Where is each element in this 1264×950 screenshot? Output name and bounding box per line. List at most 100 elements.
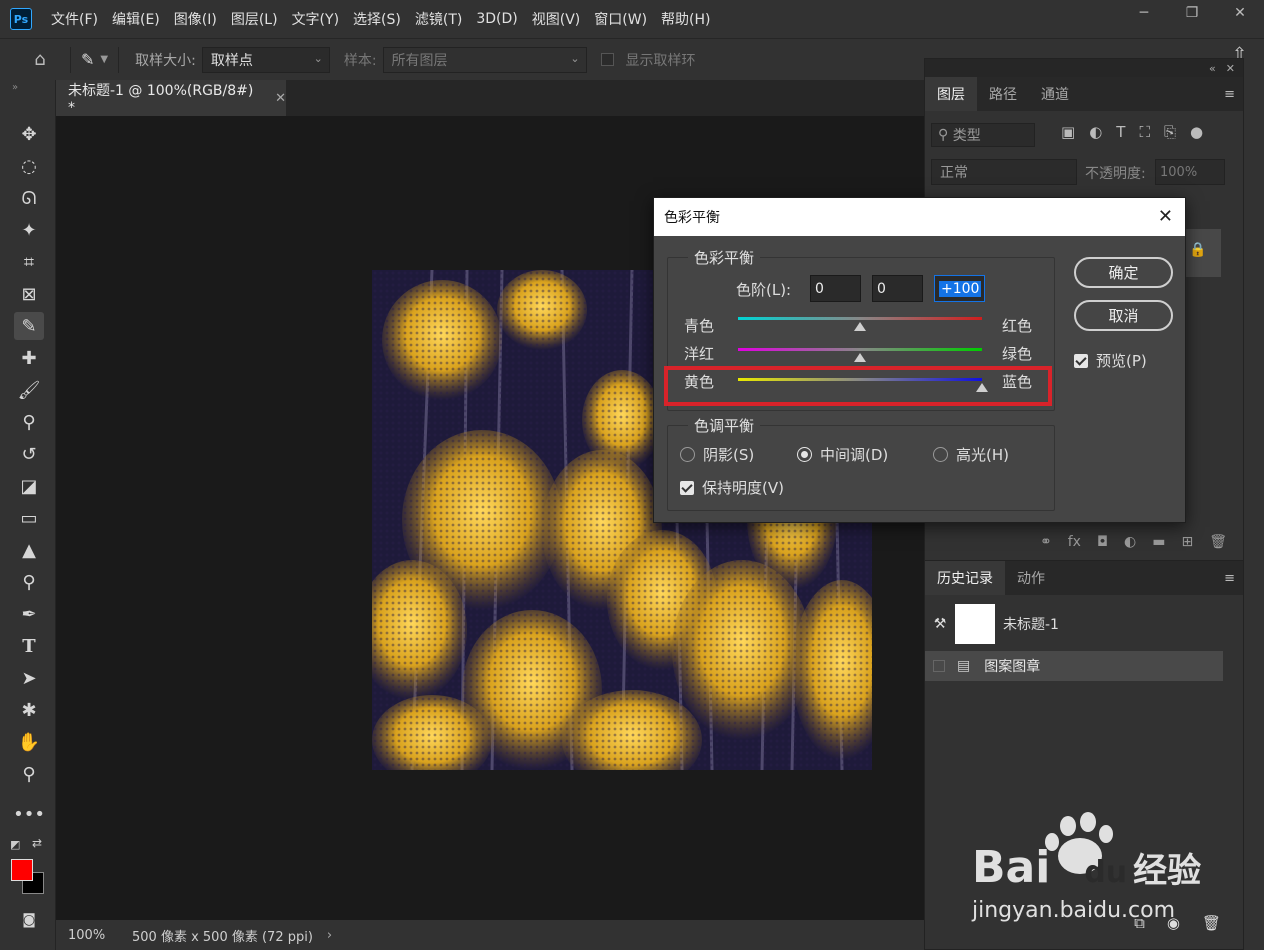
radio-shadows[interactable] (680, 447, 695, 462)
tone-option-highlights[interactable]: 高光(H) (933, 444, 1009, 465)
brush-tool-icon[interactable]: 🖌 (14, 376, 44, 404)
eraser-tool-icon[interactable]: ◪ (14, 472, 44, 500)
history-brush-tool-icon[interactable]: ↺ (14, 440, 44, 468)
cancel-button[interactable]: 取消 (1074, 300, 1173, 331)
close-icon[interactable]: ✕ (1226, 62, 1235, 75)
tone-option-midtones[interactable]: 中间调(D) (797, 444, 888, 465)
chevron-right-icon[interactable]: › (327, 928, 332, 943)
lasso-tool-icon[interactable]: ᘏ (14, 184, 44, 212)
menu-image[interactable]: 图像(I) (167, 9, 224, 29)
preview-checkbox[interactable] (1074, 353, 1088, 368)
close-icon[interactable]: ✕ (275, 91, 286, 106)
pixel-filter-icon[interactable]: ▣ (1061, 123, 1075, 141)
type-filter-icon[interactable]: T (1116, 123, 1125, 141)
level-magenta-green-input[interactable]: 0 (872, 275, 923, 302)
opacity-field[interactable]: 100% (1155, 159, 1225, 185)
type-tool-icon[interactable]: T (14, 632, 44, 660)
collapse-icon[interactable]: « (1209, 62, 1216, 75)
clone-stamp-tool-icon[interactable]: ⚲ (14, 408, 44, 436)
hand-tool-icon[interactable]: ✋ (14, 728, 44, 756)
adjustment-filter-icon[interactable]: ◐ (1089, 123, 1102, 141)
tab-paths[interactable]: 路径 (977, 77, 1029, 111)
preserve-luminosity-checkbox[interactable] (680, 480, 694, 495)
path-selection-tool-icon[interactable]: ➤ (14, 664, 44, 692)
history-brush-source-checkbox[interactable] (933, 660, 945, 672)
level-yellow-blue-input[interactable]: +100 (934, 275, 985, 302)
marquee-tool-icon[interactable]: ◌ (14, 152, 44, 180)
panel-menu-icon[interactable]: ≡ (1216, 561, 1243, 595)
menu-edit[interactable]: 编辑(E) (105, 9, 167, 29)
default-colors-icon[interactable]: ◩ (10, 838, 20, 851)
tab-channels[interactable]: 通道 (1029, 77, 1081, 111)
radio-midtones[interactable] (797, 447, 812, 462)
more-tools-icon[interactable]: ••• (13, 800, 45, 828)
zoom-tool-icon[interactable]: ⚲ (14, 760, 44, 788)
level-cyan-red-input[interactable]: 0 (810, 275, 861, 302)
sample-size-select[interactable]: 取样点 ⌄ (201, 46, 330, 73)
blend-mode-select[interactable]: 正常 (931, 159, 1077, 185)
panel-menu-icon[interactable]: ≡ (1216, 77, 1243, 111)
preview-option[interactable]: 预览(P) (1074, 350, 1147, 371)
group-folder-icon[interactable]: ▬ (1152, 534, 1165, 550)
shape-tool-icon[interactable]: ✱ (14, 696, 44, 724)
magenta-green-slider-track[interactable] (738, 348, 982, 351)
fx-icon[interactable]: fx (1068, 534, 1081, 550)
menu-filter[interactable]: 滤镜(T) (408, 9, 469, 29)
ok-button[interactable]: 确定 (1074, 257, 1173, 288)
mask-icon[interactable]: ◘ (1097, 534, 1108, 550)
healing-brush-tool-icon[interactable]: ✚ (14, 344, 44, 372)
document-tab[interactable]: 未标题-1 @ 100%(RGB/8#) * ✕ (56, 80, 286, 116)
history-snapshot[interactable]: ⚒ 未标题-1 (925, 599, 1223, 649)
sample-select[interactable]: 所有图层 ⌄ (382, 46, 587, 73)
collapse-icon[interactable]: » (12, 82, 18, 93)
menu-type[interactable]: 文字(Y) (285, 9, 346, 29)
restore-icon[interactable]: ❐ (1168, 0, 1216, 26)
foreground-color-swatch[interactable] (11, 859, 33, 881)
blur-tool-icon[interactable]: ▲ (14, 536, 44, 564)
preserve-luminosity-option[interactable]: 保持明度(V) (680, 477, 784, 498)
crop-tool-icon[interactable]: ⌗ (14, 248, 44, 276)
minimize-icon[interactable]: ─ (1120, 0, 1168, 26)
menu-help[interactable]: 帮助(H) (654, 9, 717, 29)
filter-toggle-icon[interactable]: ● (1190, 123, 1203, 141)
magenta-green-slider-thumb[interactable] (854, 353, 866, 362)
magic-wand-tool-icon[interactable]: ✦ (14, 216, 44, 244)
history-brush-icon[interactable]: ⚒ (925, 616, 955, 632)
chevron-down-icon[interactable]: ▼ (100, 54, 108, 65)
tone-option-shadows[interactable]: 阴影(S) (680, 444, 754, 465)
frame-tool-icon[interactable]: ⊠ (14, 280, 44, 308)
trash-icon[interactable]: 🗑 (1209, 534, 1227, 550)
menu-3d[interactable]: 3D(D) (469, 11, 524, 27)
show-ring-checkbox[interactable] (600, 53, 614, 66)
quick-mask-icon[interactable]: ◙ (14, 906, 44, 934)
pen-tool-icon[interactable]: ✒ (14, 600, 44, 628)
move-tool-icon[interactable]: ✥ (14, 120, 44, 148)
gradient-tool-icon[interactable]: ▭ (14, 504, 44, 532)
history-step[interactable]: ▤ 图案图章 (925, 651, 1223, 681)
menu-layer[interactable]: 图层(L) (224, 9, 285, 29)
home-icon[interactable]: ⌂ (20, 49, 60, 70)
radio-highlights[interactable] (933, 447, 948, 462)
menu-view[interactable]: 视图(V) (525, 9, 588, 29)
zoom-level[interactable]: 100% (56, 928, 116, 943)
eyedropper-tool-icon[interactable]: ✎ (14, 312, 44, 340)
cyan-red-slider-track[interactable] (738, 317, 982, 320)
smart-object-filter-icon[interactable]: ⎘ (1164, 123, 1176, 141)
close-window-icon[interactable]: ✕ (1216, 0, 1264, 26)
cyan-red-slider-thumb[interactable] (854, 322, 866, 331)
menu-select[interactable]: 选择(S) (346, 9, 408, 29)
eyedropper-icon[interactable]: ✎ (81, 50, 94, 69)
adjustment-layer-icon[interactable]: ◐ (1124, 534, 1136, 550)
menu-window[interactable]: 窗口(W) (587, 9, 654, 29)
dodge-tool-icon[interactable]: ⚲ (14, 568, 44, 596)
new-layer-icon[interactable]: ⊞ (1181, 534, 1193, 550)
tab-actions[interactable]: 动作 (1005, 561, 1057, 595)
close-icon[interactable]: ✕ (1158, 206, 1173, 227)
layer-filter-select[interactable]: ⚲ 类型 (931, 123, 1035, 147)
link-icon[interactable]: ⚭ (1040, 534, 1052, 550)
tab-layers[interactable]: 图层 (925, 77, 977, 111)
tab-history[interactable]: 历史记录 (925, 561, 1005, 595)
shape-filter-icon[interactable]: ⛶ (1139, 123, 1150, 141)
menu-file[interactable]: 文件(F) (44, 9, 105, 29)
swap-colors-icon[interactable]: ⇄ (32, 836, 42, 850)
